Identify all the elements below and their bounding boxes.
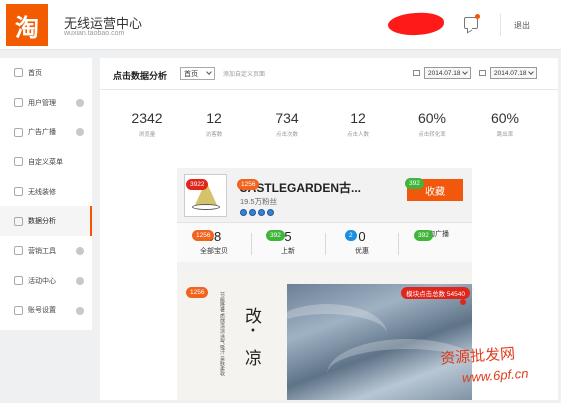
header-divider: [500, 14, 501, 36]
lamp-base-shape: [192, 204, 220, 210]
stat-bounce-rate: 60% 跳出率: [490, 110, 520, 138]
shop-header: 3922 CASTLEGARDEN古... 1256 19.5万粉丝 收藏 39…: [177, 168, 472, 218]
settings-icon: [14, 305, 23, 315]
calendar-icon: [479, 70, 486, 76]
click-count-badge: 392: [266, 230, 285, 241]
sidebar-item-user-management[interactable]: 用户管理: [0, 88, 92, 118]
sidebar: 首页 用户管理 广告广播 自定义菜单 无线装修 数据分析 营销工具 活动中心 账…: [0, 58, 92, 330]
banner-dot: •: [250, 326, 256, 337]
diamond-icon: [258, 209, 265, 216]
chevron-down-icon: [206, 69, 212, 75]
user-icon: [14, 98, 23, 108]
chevron-down-icon[interactable]: [76, 247, 84, 256]
taobao-logo[interactable]: 淘: [6, 4, 48, 46]
nav-weitao-broadcast[interactable]: 微淘广播: [398, 223, 472, 263]
menu-icon: [14, 157, 23, 167]
banner-headline-char: 凉: [245, 349, 262, 369]
click-count-badge: 392: [405, 178, 424, 189]
shop-nav: 58 全部宝贝 1256 5 上新 392 0 优惠 2 微淘广播 392: [177, 222, 472, 262]
activity-icon: [14, 276, 23, 286]
date-from-select[interactable]: 2014.07.18: [424, 67, 471, 79]
calendar-icon: [413, 70, 420, 76]
nav-discounts[interactable]: 0 优惠: [325, 223, 399, 263]
stats-row: 2342 浏览量 12 访客数 734 点击次数 12 点击人数 60% 点击转化率 60…: [100, 110, 558, 150]
chart-line-icon: [14, 216, 23, 226]
app-header: 淘 无线运营中心 wuxian.taobao.com 退出: [0, 0, 561, 50]
nav-all-items[interactable]: 58 全部宝贝: [177, 223, 251, 263]
add-custom-page-link[interactable]: 添加自定义页面: [223, 69, 265, 78]
banner-headline-char: 改: [245, 307, 262, 327]
seller-rating: [240, 209, 274, 216]
sidebar-item-ads[interactable]: 广告广播: [0, 117, 92, 147]
app-subtitle: wuxian.taobao.com: [64, 30, 125, 37]
click-count-badge: 1256: [192, 230, 215, 241]
diamond-icon: [267, 209, 274, 216]
decorate-icon: [14, 187, 23, 197]
nav-new-arrivals[interactable]: 5 上新: [251, 223, 325, 263]
chevron-down-icon: [462, 69, 468, 75]
logout-link[interactable]: 退出: [514, 20, 530, 31]
home-icon: [14, 68, 23, 78]
module-click-total-badge: 模块点击总数 54540: [401, 287, 470, 299]
fabric-product-image: 模块点击总数 54540: [287, 284, 472, 400]
click-count-badge: 1256: [237, 179, 260, 190]
hotspot-marker: [460, 299, 466, 305]
sidebar-item-account-settings[interactable]: 账号设置: [0, 296, 92, 326]
toolbar: 点击数据分析 首页 添加自定义页面 2014.07.18 2014.07.18: [100, 58, 558, 90]
click-count-badge: 392: [414, 230, 433, 241]
chevron-down-icon[interactable]: [76, 306, 84, 315]
sidebar-item-marketing-tools[interactable]: 营销工具: [0, 236, 92, 266]
sidebar-item-home[interactable]: 首页: [0, 58, 92, 88]
date-to-select[interactable]: 2014.07.18: [490, 67, 537, 79]
banner-vertical-text: 节能降暑 质感清凉 透气吸汗 亲肤柔软: [219, 292, 225, 377]
sidebar-item-data-analysis[interactable]: 数据分析: [0, 206, 92, 237]
chevron-down-icon[interactable]: [76, 98, 84, 107]
notification-dot: [475, 14, 480, 19]
chevron-down-icon[interactable]: [76, 276, 84, 285]
store-preview: 3922 CASTLEGARDEN古... 1256 19.5万粉丝 收藏 39…: [177, 168, 472, 400]
diamond-icon: [249, 209, 256, 216]
sidebar-item-custom-menu[interactable]: 自定义菜单: [0, 147, 92, 177]
stat-clicks: 734 点击次数: [275, 110, 299, 138]
promo-banner[interactable]: 1256 节能降暑 质感清凉 透气吸汗 亲肤柔软 改 • 凉 模块点击总数 54…: [177, 272, 472, 400]
stat-click-users: 12 点击人数: [346, 110, 369, 138]
redacted-username: [387, 11, 445, 37]
sidebar-item-activity-center[interactable]: 活动中心: [0, 266, 92, 296]
page-select[interactable]: 首页: [180, 67, 215, 80]
click-count-badge: 2: [345, 230, 357, 241]
click-count-badge: 3922: [186, 179, 209, 190]
chevron-down-icon: [528, 69, 534, 75]
tools-icon: [14, 246, 23, 256]
page-title: 点击数据分析: [113, 71, 168, 81]
sidebar-item-decoration[interactable]: 无线装修: [0, 177, 92, 207]
shop-fans: 19.5万粉丝: [240, 197, 278, 206]
stat-visitors: 12 访客数: [205, 110, 223, 138]
chevron-down-icon[interactable]: [76, 128, 84, 137]
speaker-icon: [14, 127, 23, 137]
stat-click-conversion: 60% 点击转化率: [417, 110, 447, 138]
diamond-icon: [240, 209, 247, 216]
